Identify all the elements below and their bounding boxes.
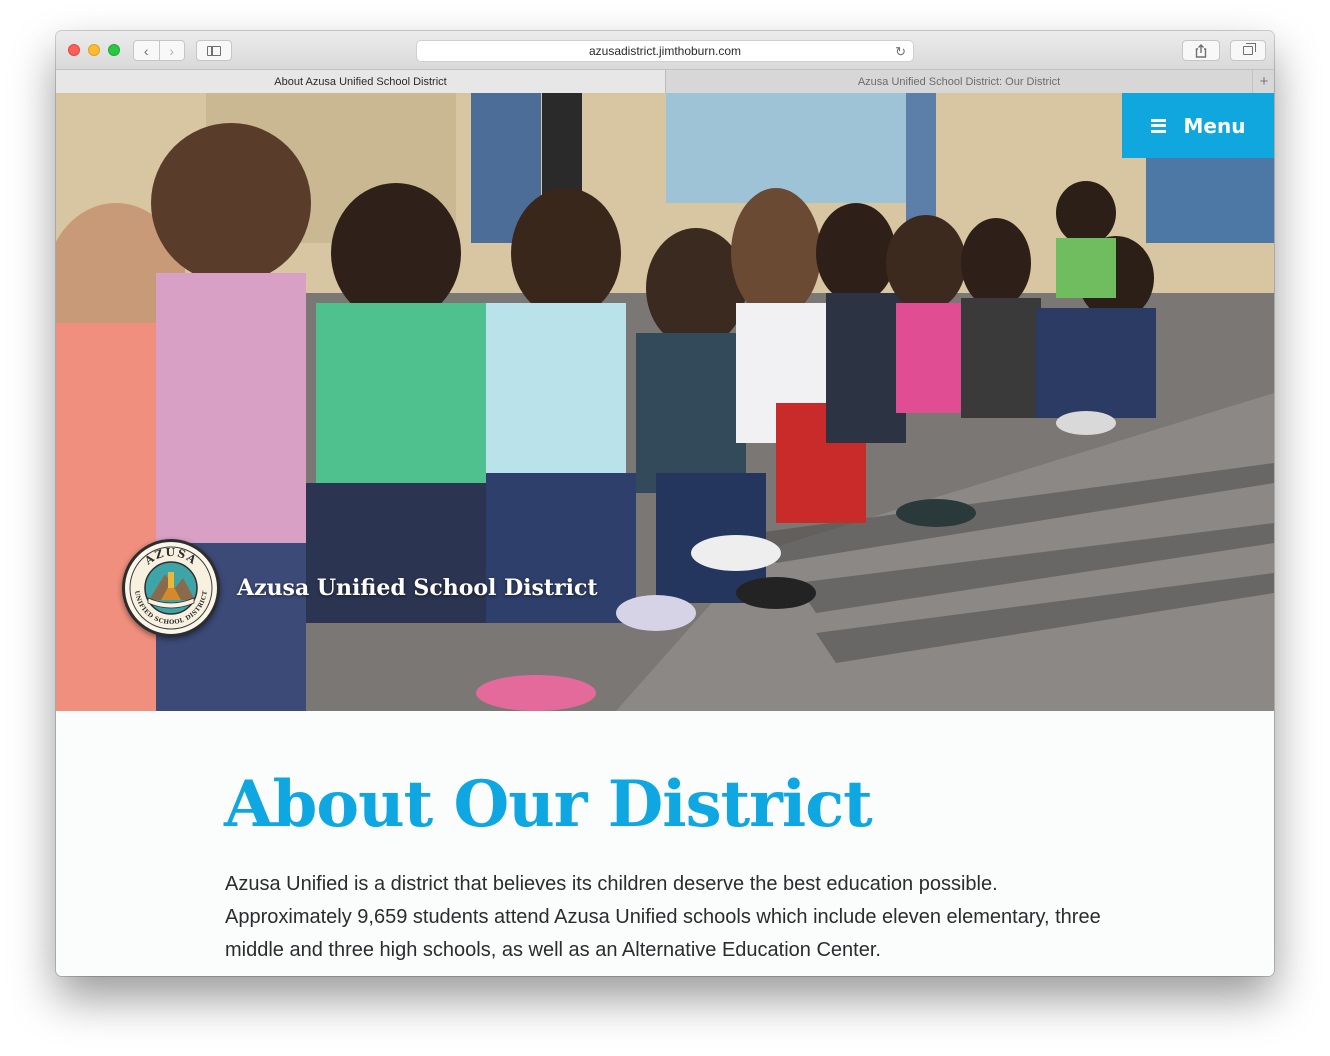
menu-label: Menu xyxy=(1183,113,1246,138)
tabs-overview-icon xyxy=(1243,43,1256,55)
forward-icon[interactable]: › xyxy=(158,41,185,60)
hero-photo: Menu AZUSA UNIFIED SCHOOL DISTRICT Azusa… xyxy=(56,93,1274,711)
site-brand[interactable]: AZUSA UNIFIED SCHOOL DISTRICT Azusa Unif… xyxy=(122,539,598,637)
site-name[interactable]: Azusa Unified School District xyxy=(237,575,598,601)
browser-window: ‹ › azusadistrict.jimthoburn.com ↻ About… xyxy=(56,31,1274,976)
district-seal-logo: AZUSA UNIFIED SCHOOL DISTRICT xyxy=(122,539,220,637)
page-title: About Our District xyxy=(224,767,873,842)
tab-about-azusa[interactable]: About Azusa Unified School District xyxy=(56,70,666,93)
reload-icon[interactable]: ↻ xyxy=(895,44,906,60)
hamburger-icon xyxy=(1150,118,1166,133)
close-window-button[interactable] xyxy=(68,44,80,56)
sidebar-toggle-button[interactable] xyxy=(196,40,232,61)
menu-button[interactable]: Menu xyxy=(1122,93,1274,158)
tab-overview-button[interactable] xyxy=(1230,40,1266,61)
main-content: About Our District Azusa Unified is a di… xyxy=(56,711,1274,976)
history-navigation: ‹ › xyxy=(133,40,185,61)
tab-bar: About Azusa Unified School District Azus… xyxy=(56,70,1274,94)
intro-paragraph: Azusa Unified is a district that believe… xyxy=(225,873,1101,961)
share-icon xyxy=(1195,43,1207,58)
address-bar[interactable]: azusadistrict.jimthoburn.com ↻ xyxy=(416,40,914,62)
tab-our-district[interactable]: Azusa Unified School District: Our Distr… xyxy=(666,70,1252,93)
address-bar-url: azusadistrict.jimthoburn.com xyxy=(588,44,742,58)
new-tab-icon[interactable]: + xyxy=(1252,70,1274,93)
browser-toolbar: ‹ › azusadistrict.jimthoburn.com ↻ xyxy=(56,31,1274,70)
tab-title: Azusa Unified School District: Our Distr… xyxy=(857,75,1061,88)
back-icon[interactable]: ‹ xyxy=(134,41,159,60)
sidebar-icon xyxy=(207,45,221,56)
share-button[interactable] xyxy=(1182,40,1220,61)
zoom-window-button[interactable] xyxy=(108,44,120,56)
tab-title: About Azusa Unified School District xyxy=(274,75,447,88)
minimize-window-button[interactable] xyxy=(88,44,100,56)
